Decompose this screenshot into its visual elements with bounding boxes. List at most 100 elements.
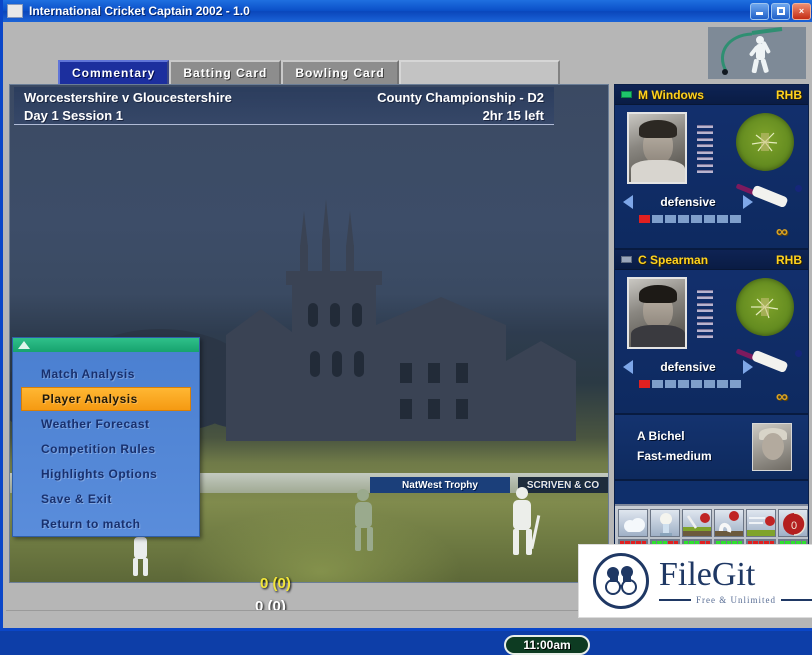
menu-item-weather-forecast[interactable]: Weather Forecast bbox=[21, 412, 191, 436]
close-button[interactable]: × bbox=[792, 2, 811, 20]
avatar-face bbox=[762, 433, 784, 460]
client-area: Commentary Batting Card Bowling Card Nat… bbox=[6, 22, 812, 655]
collapse-arrow-icon[interactable] bbox=[18, 341, 30, 349]
batsman-1-tactic-selector[interactable]: defensive bbox=[623, 193, 753, 211]
condition-icon-row: 0 bbox=[615, 506, 808, 549]
tab-bowling-card-label: Bowling Card bbox=[295, 66, 385, 80]
menu-item-competition-rules[interactable]: Competition Rules bbox=[21, 437, 191, 461]
batsman-2-header: C Spearman RHB bbox=[615, 250, 808, 270]
batsman-1-name: M Windows bbox=[638, 87, 704, 102]
batsman-2-wagon-wheel[interactable] bbox=[736, 278, 794, 336]
menu-item-label: Highlights Options bbox=[41, 467, 158, 481]
condition-bounce bbox=[682, 509, 712, 549]
filegit-watermark: FileGit Free & Unlimited bbox=[579, 545, 812, 617]
batsman-panel-2: C Spearman RHB ∞ defensive bbox=[615, 250, 808, 415]
tactic-next-arrow-icon[interactable] bbox=[742, 195, 753, 209]
menu-header[interactable] bbox=[13, 338, 199, 352]
swing-icon[interactable] bbox=[714, 509, 744, 537]
avatar-hair bbox=[639, 285, 677, 303]
tab-empty-filler bbox=[398, 60, 560, 86]
tab-commentary[interactable]: Commentary bbox=[58, 60, 170, 86]
title-bar: International Cricket Captain 2002 - 1.0… bbox=[3, 0, 812, 22]
batsman-1-partnership-icon: ∞ bbox=[775, 222, 788, 241]
menu-item-highlights-options[interactable]: Highlights Options bbox=[21, 462, 191, 486]
batsman-2-tactic-selector[interactable]: defensive bbox=[623, 358, 753, 376]
avatar-body bbox=[631, 160, 685, 182]
cricket-batsman-logo bbox=[708, 27, 806, 79]
watermark-text: FileGit Free & Unlimited bbox=[659, 555, 812, 605]
batsman-1-wagon-wheel[interactable] bbox=[736, 113, 794, 171]
app-icon bbox=[7, 4, 23, 18]
batsman-panel-1: M Windows RHB ∞ defensive bbox=[615, 85, 808, 250]
seam-icon[interactable] bbox=[746, 509, 776, 537]
bowler-avatar bbox=[752, 423, 792, 471]
match-time-left: 2hr 15 left bbox=[482, 108, 544, 123]
menu-item-return-to-match[interactable]: Return to match bbox=[21, 512, 191, 536]
menu-item-label: Player Analysis bbox=[42, 392, 138, 406]
batsman-2-partnership-icon: ∞ bbox=[775, 387, 788, 406]
window-controls: × bbox=[750, 2, 812, 20]
menu-item-label: Return to match bbox=[41, 517, 141, 531]
batsman-2-aggression-bar[interactable] bbox=[639, 380, 741, 388]
minimize-button[interactable] bbox=[750, 2, 769, 20]
window-title: International Cricket Captain 2002 - 1.0 bbox=[29, 4, 250, 18]
tab-batting-card-label: Batting Card bbox=[183, 66, 268, 80]
pitch-condition-icon[interactable] bbox=[650, 509, 680, 537]
match-clock: 11:00am bbox=[504, 635, 590, 655]
avatar-body bbox=[631, 325, 685, 347]
batsman-1-ball-icon bbox=[795, 185, 802, 192]
batsman-1-header: M Windows RHB bbox=[615, 85, 808, 105]
weather-cloud-icon[interactable] bbox=[618, 509, 648, 537]
batsman-1-avatar bbox=[627, 112, 687, 184]
watermark-brand: FileGit bbox=[659, 555, 756, 593]
batsman-2-hand: RHB bbox=[776, 252, 802, 267]
maximize-button[interactable] bbox=[771, 2, 790, 20]
bowler-name: A Bichel bbox=[637, 429, 685, 443]
menu-item-list: Match Analysis Player Analysis Weather F… bbox=[13, 352, 199, 536]
minimize-icon bbox=[756, 12, 763, 15]
batsman-1-form-ladder-icon bbox=[697, 125, 713, 173]
menu-item-label: Weather Forecast bbox=[41, 417, 150, 431]
ball-condition-icon[interactable]: 0 bbox=[778, 509, 808, 537]
menu-item-match-analysis[interactable]: Match Analysis bbox=[21, 362, 191, 386]
application-window: International Cricket Captain 2002 - 1.0… bbox=[0, 0, 812, 655]
avatar-hair bbox=[639, 120, 677, 138]
condition-ball: 0 bbox=[778, 509, 808, 549]
condition-swing bbox=[714, 509, 744, 549]
batsman-2-ball-icon bbox=[795, 350, 802, 357]
condition-seam bbox=[746, 509, 776, 549]
menu-item-label: Competition Rules bbox=[41, 442, 156, 456]
match-sidebar: M Windows RHB ∞ defensive C Spearman RHB… bbox=[614, 84, 809, 583]
tactic-prev-arrow-icon[interactable] bbox=[623, 360, 633, 374]
binoculars-icon bbox=[593, 553, 649, 609]
maximize-icon bbox=[776, 7, 785, 15]
bowler-type: Fast-medium bbox=[637, 449, 712, 463]
batsman-1-aggression-bar[interactable] bbox=[639, 215, 741, 223]
batsman-1-tactic-label: defensive bbox=[660, 195, 716, 209]
bowler-panel: A Bichel Fast-medium bbox=[615, 415, 808, 481]
score-primary: 0 (0) bbox=[260, 575, 291, 592]
tactic-next-arrow-icon[interactable] bbox=[742, 360, 753, 374]
match-competition: County Championship - D2 bbox=[377, 90, 544, 105]
game-view: Commentary Batting Card Bowling Card Nat… bbox=[6, 22, 812, 655]
menu-item-label: Match Analysis bbox=[41, 367, 135, 381]
tab-batting-card[interactable]: Batting Card bbox=[169, 60, 282, 86]
match-teams: Worcestershire v Gloucestershire bbox=[24, 90, 232, 105]
tab-bar: Commentary Batting Card Bowling Card bbox=[58, 60, 560, 86]
match-day-session: Day 1 Session 1 bbox=[24, 108, 123, 123]
bounce-icon[interactable] bbox=[682, 509, 712, 537]
off-strike-indicator-icon bbox=[621, 256, 632, 263]
tactic-prev-arrow-icon[interactable] bbox=[623, 195, 633, 209]
tab-bowling-card[interactable]: Bowling Card bbox=[281, 60, 399, 86]
condition-pitch bbox=[650, 509, 680, 549]
condition-weather bbox=[618, 509, 648, 549]
close-icon: × bbox=[798, 6, 805, 16]
menu-item-player-analysis[interactable]: Player Analysis bbox=[21, 387, 191, 411]
watermark-tagline: Free & Unlimited bbox=[696, 594, 776, 605]
batsman-2-avatar bbox=[627, 277, 687, 349]
batsman-2-name: C Spearman bbox=[638, 252, 709, 267]
menu-item-save-and-exit[interactable]: Save & Exit bbox=[21, 487, 191, 511]
match-header: Worcestershire v Gloucestershire County … bbox=[14, 87, 554, 125]
batsman-1-hand: RHB bbox=[776, 87, 802, 102]
batsman-2-form-ladder-icon bbox=[697, 290, 713, 338]
